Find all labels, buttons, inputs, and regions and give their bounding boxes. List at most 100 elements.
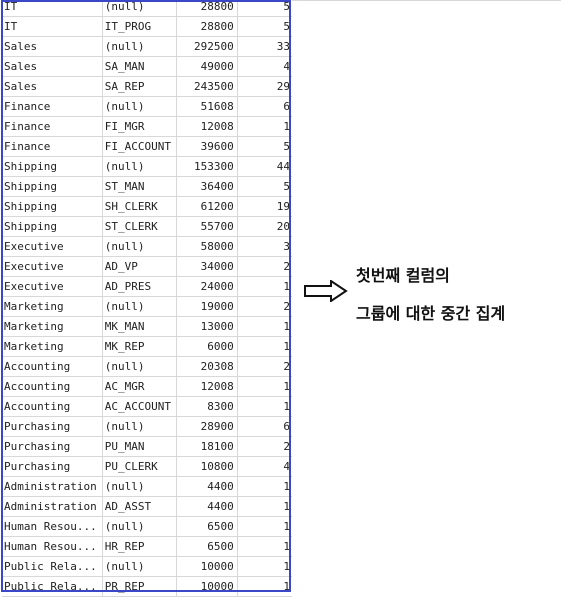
job-cell[interactable]: IT_PROG (102, 16, 178, 37)
salary-sum-cell[interactable]: 19000 (176, 296, 238, 317)
job-cell[interactable]: FI_MGR (102, 116, 178, 137)
salary-sum-cell[interactable]: 58000 (176, 236, 238, 257)
department-cell[interactable]: Shipping (2, 176, 103, 197)
count-cell[interactable]: 2 (237, 256, 292, 277)
count-cell[interactable]: 5 (237, 16, 292, 37)
table-row[interactable]: Shipping (null) 153300 44 (2, 156, 292, 177)
job-cell[interactable]: AC_MGR (102, 376, 178, 397)
count-cell[interactable]: 4 (237, 56, 292, 77)
department-cell[interactable]: Purchasing (2, 416, 103, 437)
salary-sum-cell[interactable]: 20308 (176, 356, 238, 377)
salary-sum-cell[interactable]: 10000 (176, 576, 238, 597)
department-cell[interactable]: Shipping (2, 196, 103, 217)
table-row[interactable]: Public Rela... PR_REP 10000 1 (2, 576, 292, 597)
job-cell[interactable]: HR_REP (102, 536, 178, 557)
department-cell[interactable]: Accounting (2, 396, 103, 417)
count-cell[interactable]: 1 (237, 396, 292, 417)
table-row[interactable]: Purchasing (null) 28900 6 (2, 416, 292, 437)
job-cell[interactable]: (null) (102, 476, 178, 497)
job-cell[interactable]: (null) (102, 516, 178, 537)
table-row[interactable]: Sales (null) 292500 33 (2, 36, 292, 57)
department-cell[interactable]: Shipping (2, 156, 103, 177)
job-cell[interactable]: PU_CLERK (102, 456, 178, 477)
salary-sum-cell[interactable]: 153300 (176, 156, 238, 177)
count-cell[interactable]: 1 (237, 556, 292, 577)
department-cell[interactable]: Finance (2, 136, 103, 157)
count-cell[interactable]: 2 (237, 356, 292, 377)
count-cell[interactable]: 1 (237, 576, 292, 597)
department-cell[interactable]: Sales (2, 76, 103, 97)
job-cell[interactable]: PR_REP (102, 576, 178, 597)
count-cell[interactable]: 20 (237, 216, 292, 237)
table-row[interactable]: Human Resou... HR_REP 6500 1 (2, 536, 292, 557)
count-cell[interactable]: 1 (237, 536, 292, 557)
job-cell[interactable]: AD_ASST (102, 496, 178, 517)
job-cell[interactable]: MK_REP (102, 336, 178, 357)
count-cell[interactable]: 1 (237, 476, 292, 497)
job-cell[interactable]: MK_MAN (102, 316, 178, 337)
job-cell[interactable]: (null) (102, 36, 178, 57)
table-row[interactable]: Purchasing PU_CLERK 10800 4 (2, 456, 292, 477)
salary-sum-cell[interactable]: 61200 (176, 196, 238, 217)
table-row[interactable]: Sales SA_REP 243500 29 (2, 76, 292, 97)
count-cell[interactable]: 1 (237, 496, 292, 517)
table-row[interactable]: Administration (null) 4400 1 (2, 476, 292, 497)
table-row[interactable]: Shipping ST_MAN 36400 5 (2, 176, 292, 197)
job-cell[interactable]: (null) (102, 356, 178, 377)
department-cell[interactable]: Shipping (2, 216, 103, 237)
table-row[interactable]: Finance FI_ACCOUNT 39600 5 (2, 136, 292, 157)
salary-sum-cell[interactable]: 6000 (176, 336, 238, 357)
table-row[interactable]: Marketing MK_REP 6000 1 (2, 336, 292, 357)
count-cell[interactable]: 19 (237, 196, 292, 217)
count-cell[interactable]: 5 (237, 136, 292, 157)
table-row[interactable]: Accounting AC_MGR 12008 1 (2, 376, 292, 397)
job-cell[interactable]: (null) (102, 556, 178, 577)
table-row[interactable]: Administration AD_ASST 4400 1 (2, 496, 292, 517)
count-cell[interactable]: 2 (237, 296, 292, 317)
job-cell[interactable]: (null) (102, 236, 178, 257)
salary-sum-cell[interactable]: 12008 (176, 376, 238, 397)
salary-sum-cell[interactable]: 36400 (176, 176, 238, 197)
count-cell[interactable]: 6 (237, 96, 292, 117)
department-cell[interactable]: Human Resou... (2, 516, 103, 537)
count-cell[interactable]: 4 (237, 456, 292, 477)
department-cell[interactable]: Sales (2, 36, 103, 57)
department-cell[interactable]: Executive (2, 236, 103, 257)
salary-sum-cell[interactable]: 292500 (176, 36, 238, 57)
job-cell[interactable]: AC_ACCOUNT (102, 396, 178, 417)
table-row[interactable]: Shipping ST_CLERK 55700 20 (2, 216, 292, 237)
salary-sum-cell[interactable]: 28800 (176, 0, 238, 17)
table-row[interactable]: Shipping SH_CLERK 61200 19 (2, 196, 292, 217)
table-row[interactable]: Accounting (null) 20308 2 (2, 356, 292, 377)
salary-sum-cell[interactable]: 4400 (176, 496, 238, 517)
job-cell[interactable]: PU_MAN (102, 436, 178, 457)
job-cell[interactable]: AD_PRES (102, 276, 178, 297)
department-cell[interactable]: IT (2, 16, 103, 37)
department-cell[interactable]: Sales (2, 56, 103, 77)
job-cell[interactable]: (null) (102, 416, 178, 437)
salary-sum-cell[interactable]: 10800 (176, 456, 238, 477)
table-row[interactable]: Public Rela... (null) 10000 1 (2, 556, 292, 577)
count-cell[interactable]: 44 (237, 156, 292, 177)
job-cell[interactable]: FI_ACCOUNT (102, 136, 178, 157)
salary-sum-cell[interactable]: 8300 (176, 396, 238, 417)
department-cell[interactable]: Public Rela... (2, 576, 103, 597)
department-cell[interactable]: Finance (2, 96, 103, 117)
count-cell[interactable]: 3 (237, 236, 292, 257)
count-cell[interactable]: 1 (237, 316, 292, 337)
job-cell[interactable]: SA_MAN (102, 56, 178, 77)
department-cell[interactable]: Administration (2, 476, 103, 497)
job-cell[interactable]: ST_MAN (102, 176, 178, 197)
count-cell[interactable]: 29 (237, 76, 292, 97)
job-cell[interactable]: (null) (102, 0, 178, 17)
job-cell[interactable]: SA_REP (102, 76, 178, 97)
salary-sum-cell[interactable]: 49000 (176, 56, 238, 77)
table-row[interactable]: Purchasing PU_MAN 18100 2 (2, 436, 292, 457)
count-cell[interactable]: 2 (237, 436, 292, 457)
salary-sum-cell[interactable]: 28800 (176, 16, 238, 37)
table-row[interactable]: IT IT_PROG 28800 5 (2, 16, 292, 37)
job-cell[interactable]: (null) (102, 296, 178, 317)
table-row[interactable]: Sales SA_MAN 49000 4 (2, 56, 292, 77)
table-row[interactable]: Executive AD_VP 34000 2 (2, 256, 292, 277)
department-cell[interactable]: Accounting (2, 356, 103, 377)
